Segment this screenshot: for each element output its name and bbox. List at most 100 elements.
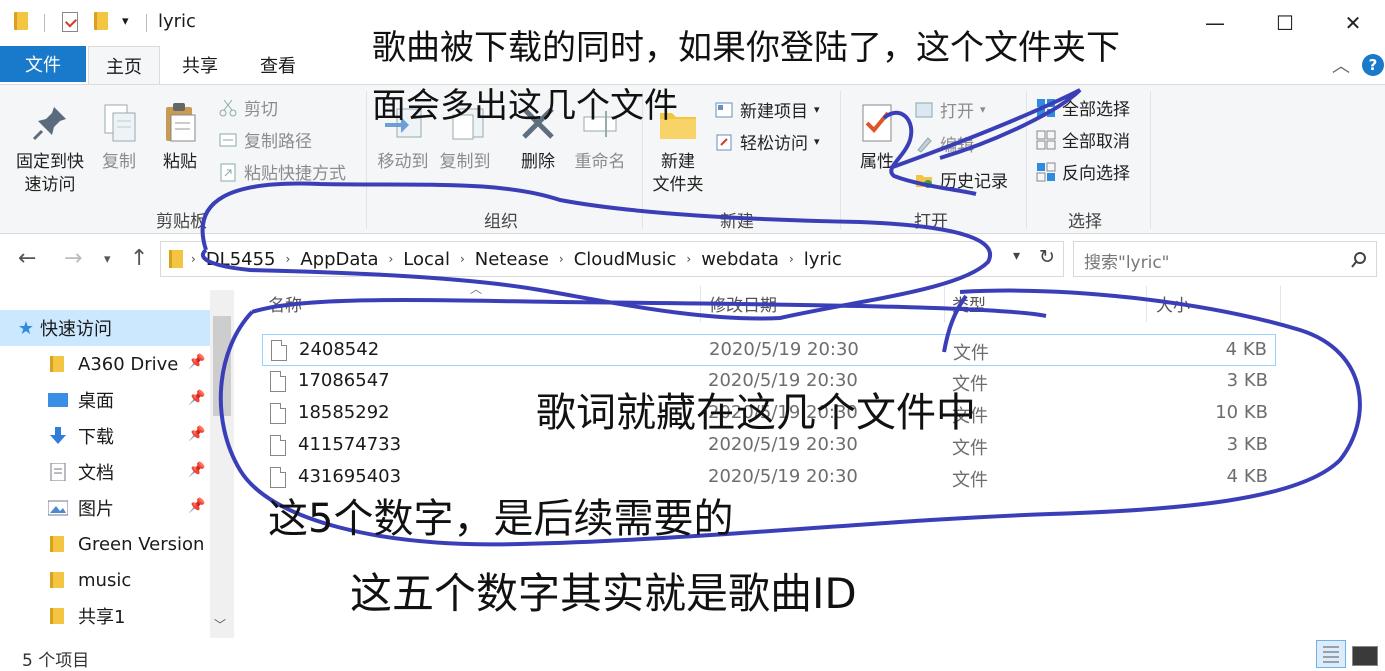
scissors-icon xyxy=(218,98,238,118)
breadcrumb-item[interactable]: webdata xyxy=(695,249,785,270)
breadcrumb-separator-icon[interactable]: › xyxy=(785,252,798,266)
scrollbar-thumb[interactable] xyxy=(213,316,231,416)
pin-to-quick-access-button[interactable]: 固定到快 速访问 xyxy=(10,101,90,197)
collapse-ribbon-icon[interactable]: ︿ xyxy=(1332,52,1350,78)
file-name: 17086547 xyxy=(298,370,390,391)
breadcrumb-item[interactable]: CloudMusic xyxy=(568,249,683,270)
title-separator xyxy=(44,14,45,32)
select-none-button[interactable]: 全部取消 xyxy=(1036,127,1130,152)
table-row[interactable]: 2408542 2020/5/19 20:30 文件 4 KB xyxy=(262,334,1276,366)
annotation-bottom-1: 这5个数字，是后续需要的 xyxy=(268,496,734,542)
breadcrumb-item[interactable]: Netease xyxy=(469,249,555,270)
nav-item-documents[interactable]: 文档 xyxy=(0,454,210,490)
breadcrumb-separator-icon[interactable]: › xyxy=(282,252,295,266)
breadcrumb-separator-icon[interactable]: › xyxy=(682,252,695,266)
search-placeholder: 搜索"lyric" xyxy=(1084,253,1170,273)
large-icons-view-icon[interactable] xyxy=(1352,646,1378,666)
file-date: 2020/5/19 20:30 xyxy=(709,339,859,360)
breadcrumb-item[interactable]: Local xyxy=(397,249,456,270)
delete-label: 删除 xyxy=(521,152,555,172)
search-box[interactable]: 搜索"lyric" xyxy=(1073,241,1377,277)
nav-item-green-version[interactable]: Green Version 2 xyxy=(0,526,210,562)
new-item-button[interactable]: 新建项目 ▾ xyxy=(714,97,820,122)
select-all-button[interactable]: 全部选择 xyxy=(1036,95,1130,120)
breadcrumb-item[interactable]: DL5455 xyxy=(200,249,282,270)
address-bar[interactable]: › DL5455 › AppData › Local › Netease › C… xyxy=(160,241,1064,277)
column-header-size[interactable]: 大小 xyxy=(1156,291,1190,316)
breadcrumb-separator-icon[interactable]: › xyxy=(555,252,568,266)
breadcrumb-separator-icon[interactable]: › xyxy=(384,252,397,266)
nav-item-music[interactable]: music xyxy=(0,562,210,598)
file-icon xyxy=(271,340,287,361)
copy-button[interactable]: 复制 xyxy=(92,101,146,174)
close-button[interactable]: ✕ xyxy=(1318,0,1385,46)
column-separator[interactable] xyxy=(1146,286,1147,322)
refresh-icon[interactable]: ↻ xyxy=(1039,246,1055,268)
cut-label: 剪切 xyxy=(244,100,278,120)
nav-item-downloads[interactable]: 下载 xyxy=(0,418,210,454)
breadcrumb-separator-icon[interactable]: › xyxy=(187,252,200,266)
column-separator[interactable] xyxy=(700,286,701,322)
breadcrumb-separator-icon[interactable]: › xyxy=(456,252,469,266)
pin-icon[interactable]: 📌 xyxy=(188,354,205,370)
paste-button[interactable]: 粘贴 xyxy=(152,101,208,174)
nav-item-quick-access[interactable]: ★ 快速访问 xyxy=(0,310,210,346)
column-separator[interactable] xyxy=(944,286,945,322)
breadcrumb-item[interactable]: lyric xyxy=(798,249,848,270)
nav-item-a360[interactable]: A360 Drive xyxy=(0,346,210,382)
properties-label: 属性 xyxy=(860,152,894,172)
navigation-pane: ︿ ★ 快速访问 A360 Drive 桌面 下载 文档 图片 Green Ve… xyxy=(0,290,234,638)
ribbon-home: 固定到快 速访问 复制 粘贴 剪切 复制路径 粘贴快捷方式 剪贴板 移动到 复制… xyxy=(0,84,1385,234)
copy-icon xyxy=(97,101,141,145)
history-button[interactable]: 历史记录 xyxy=(914,167,1008,192)
quick-access-dropdown-icon[interactable]: ▾ xyxy=(122,14,129,29)
properties-quick-icon[interactable] xyxy=(62,12,78,32)
maximize-button[interactable]: ☐ xyxy=(1250,0,1320,46)
pin-icon[interactable]: 📌 xyxy=(188,390,205,406)
column-header-type[interactable]: 类型 xyxy=(952,291,986,316)
tab-share[interactable]: 共享 xyxy=(164,46,236,84)
easy-access-button[interactable]: 轻松访问 ▾ xyxy=(714,129,820,154)
paste-shortcut-button[interactable]: 粘贴快捷方式 xyxy=(218,159,346,184)
details-view-icon[interactable] xyxy=(1316,640,1346,668)
properties-button[interactable]: 属性 xyxy=(850,101,904,174)
nav-item-share1[interactable]: 共享1 xyxy=(0,598,210,634)
edit-button[interactable]: 编辑 xyxy=(914,131,974,156)
sort-arrow-icon: ︿ xyxy=(470,282,483,296)
pin-icon[interactable]: 📌 xyxy=(188,498,205,514)
folder-icon xyxy=(48,535,68,553)
pin-icon[interactable]: 📌 xyxy=(188,462,205,478)
copy-label: 复制 xyxy=(102,152,136,172)
file-icon xyxy=(270,371,286,392)
open-button[interactable]: 打开 ▾ xyxy=(914,97,986,122)
up-arrow-icon[interactable]: ↑ xyxy=(130,246,148,271)
scroll-down-icon[interactable]: ﹀ xyxy=(214,616,226,633)
tab-view[interactable]: 查看 xyxy=(242,46,314,84)
invert-selection-button[interactable]: 反向选择 xyxy=(1036,159,1130,184)
cut-button[interactable]: 剪切 xyxy=(218,95,278,120)
copy-path-button[interactable]: 复制路径 xyxy=(218,127,312,152)
nav-item-desktop[interactable]: 桌面 xyxy=(0,382,210,418)
nav-item-pictures[interactable]: 图片 xyxy=(0,490,210,526)
new-folder-quick-icon[interactable] xyxy=(94,12,108,30)
address-dropdown-icon[interactable]: ▾ xyxy=(1013,248,1020,264)
annotation-bottom-2: 这五个数字其实就是歌曲ID xyxy=(350,569,857,618)
forward-arrow-icon[interactable]: → xyxy=(64,246,82,271)
file-name: 431695403 xyxy=(298,466,402,487)
recent-locations-icon[interactable]: ▾ xyxy=(104,252,111,267)
nav-scrollbar[interactable]: ﹀ xyxy=(210,290,234,638)
back-arrow-icon[interactable]: ← xyxy=(18,246,36,271)
column-separator[interactable] xyxy=(1280,286,1281,322)
column-header-name[interactable]: 名称 xyxy=(268,291,302,316)
tab-home[interactable]: 主页 xyxy=(88,46,160,84)
paste-shortcut-icon xyxy=(218,162,238,182)
easy-access-label: 轻松访问 xyxy=(740,134,808,154)
help-icon[interactable]: ? xyxy=(1362,54,1384,76)
column-header-date[interactable]: 修改日期 xyxy=(709,291,777,316)
breadcrumb-item[interactable]: AppData xyxy=(294,249,384,270)
tab-file[interactable]: 文件 xyxy=(0,46,86,82)
search-icon[interactable] xyxy=(1350,251,1368,269)
copy-path-icon xyxy=(218,130,238,150)
minimize-button[interactable]: — xyxy=(1180,0,1250,46)
pin-icon[interactable]: 📌 xyxy=(188,426,205,442)
